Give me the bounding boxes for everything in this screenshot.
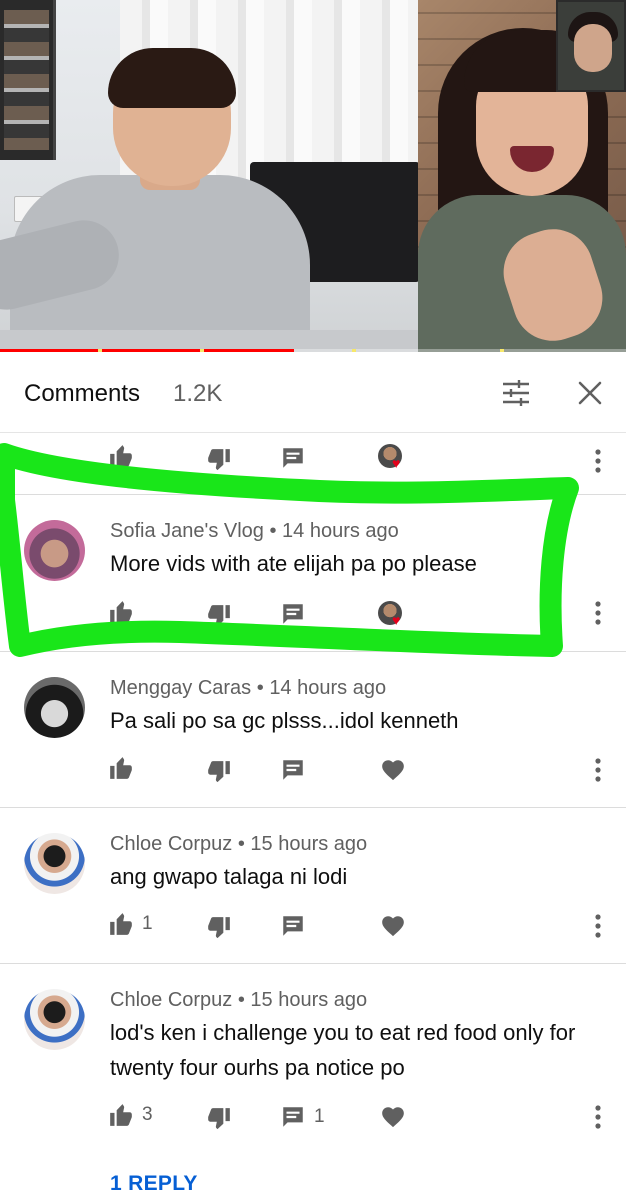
heart-icon xyxy=(382,760,404,781)
more-options-button[interactable] xyxy=(588,911,608,941)
creator-heart-badge: ♥ xyxy=(378,601,406,629)
like-count: 3 xyxy=(142,1104,153,1125)
reply-button[interactable] xyxy=(280,445,306,471)
like-count: 1 xyxy=(142,913,153,934)
comment-meta: Chloe Corpuz • 15 hours ago xyxy=(110,833,368,855)
comment-text: ang gwapo talaga ni lodi xyxy=(110,864,348,889)
heart-button[interactable] xyxy=(380,757,406,783)
close-icon[interactable] xyxy=(574,377,606,409)
heart-button[interactable] xyxy=(380,913,406,939)
dislike-button[interactable] xyxy=(206,447,232,473)
thumbs-down-icon xyxy=(208,605,230,627)
more-options-button[interactable] xyxy=(588,1102,608,1132)
more-options-button[interactable] xyxy=(588,446,608,476)
reply-count: 1 xyxy=(314,1106,325,1127)
comments-count: 1.2K xyxy=(173,380,223,407)
like-button[interactable] xyxy=(108,443,134,469)
heart-icon xyxy=(382,916,404,937)
more-options-button[interactable] xyxy=(588,755,608,785)
comment-time: 15 hours ago xyxy=(250,833,368,855)
comment-thread-partial: ♥ xyxy=(0,434,626,495)
comment-time: 14 hours ago xyxy=(282,520,399,542)
reply-comment-icon xyxy=(283,760,303,780)
like-button[interactable] xyxy=(108,755,134,781)
comment-thread: Chloe Corpuz • 15 hours ago lod's ken i … xyxy=(0,964,626,1200)
video-frame-left-participant xyxy=(0,0,418,352)
chapter-marker xyxy=(352,349,356,352)
reply-button[interactable] xyxy=(280,913,306,939)
thumbs-up-icon xyxy=(110,601,132,623)
comment-meta: Chloe Corpuz • 15 hours ago xyxy=(110,989,368,1011)
creator-heart-badge: ♥ xyxy=(378,444,406,472)
comment-meta: Menggay Caras • 14 hours ago xyxy=(110,677,387,699)
reply-button[interactable] xyxy=(280,601,306,627)
reply-button[interactable] xyxy=(280,757,306,783)
thumbs-down-icon xyxy=(208,1108,230,1130)
like-button[interactable]: 3 xyxy=(108,1102,153,1128)
like-button[interactable] xyxy=(108,599,134,625)
picture-in-picture-thumbnail xyxy=(556,0,626,92)
reply-comment-icon xyxy=(283,1107,303,1127)
sort-filter-icon[interactable] xyxy=(500,377,532,409)
thumbs-down-icon xyxy=(208,761,230,783)
comment-text: Pa sali po sa gc plsss...idol kenneth xyxy=(110,708,459,733)
progress-played xyxy=(0,349,295,352)
reply-comment-icon xyxy=(283,604,303,624)
dislike-button[interactable] xyxy=(206,1106,232,1132)
comment-meta: Sofia Jane's Vlog • 14 hours ago xyxy=(110,520,399,542)
comment-thread: Chloe Corpuz • 15 hours ago ang gwapo ta… xyxy=(0,808,626,964)
vertical-dots-icon xyxy=(595,914,601,938)
comment-author[interactable]: Chloe Corpuz xyxy=(110,989,232,1011)
vertical-dots-icon xyxy=(595,449,601,473)
dislike-button[interactable] xyxy=(206,759,232,785)
avatar[interactable] xyxy=(24,677,85,738)
video-player[interactable] xyxy=(0,0,626,352)
vertical-dots-icon xyxy=(595,1105,601,1129)
comment-thread: Menggay Caras • 14 hours ago Pa sali po … xyxy=(0,652,626,808)
heart-icon: ♥ xyxy=(392,612,401,628)
comment-thread: Sofia Jane's Vlog • 14 hours ago More vi… xyxy=(0,495,626,652)
thumbs-up-icon xyxy=(110,1104,132,1126)
reply-comment-icon xyxy=(283,448,303,468)
heart-icon: ♥ xyxy=(392,455,401,471)
comment-time: 14 hours ago xyxy=(269,677,387,699)
avatar[interactable] xyxy=(24,520,85,581)
dislike-button[interactable] xyxy=(206,603,232,629)
vertical-dots-icon xyxy=(595,601,601,625)
chapter-marker xyxy=(98,349,102,352)
thumbs-down-icon xyxy=(208,449,230,471)
avatar[interactable] xyxy=(24,989,85,1050)
more-options-button[interactable] xyxy=(588,598,608,628)
thumbs-up-icon xyxy=(110,757,132,779)
heart-icon xyxy=(382,1107,404,1128)
heart-button[interactable] xyxy=(380,1104,406,1130)
comments-title: Comments xyxy=(24,380,141,407)
chapter-marker xyxy=(500,349,504,352)
like-button[interactable]: 1 xyxy=(108,911,153,937)
comment-author[interactable]: Chloe Corpuz xyxy=(110,833,232,855)
reply-button[interactable]: 1 xyxy=(280,1104,325,1130)
comments-header: Comments 1.2K xyxy=(0,353,626,433)
video-progress-bar[interactable] xyxy=(0,349,626,352)
chapter-marker xyxy=(200,349,204,352)
comment-time: 15 hours ago xyxy=(250,989,368,1011)
comment-author[interactable]: Sofia Jane's Vlog xyxy=(110,520,264,542)
comment-text: More vids with ate elijah pa po please xyxy=(110,551,477,576)
comment-text: lod's ken i challenge you to eat red foo… xyxy=(110,1020,576,1080)
dislike-button[interactable] xyxy=(206,915,232,941)
vertical-dots-icon xyxy=(595,758,601,782)
comment-author[interactable]: Menggay Caras xyxy=(110,677,251,699)
avatar[interactable] xyxy=(24,833,85,894)
thumbs-up-icon xyxy=(110,913,132,935)
thumbs-up-icon xyxy=(110,445,132,467)
view-replies-link[interactable]: 1 REPLY xyxy=(110,1172,198,1196)
thumbs-down-icon xyxy=(208,917,230,939)
reply-comment-icon xyxy=(283,916,303,936)
